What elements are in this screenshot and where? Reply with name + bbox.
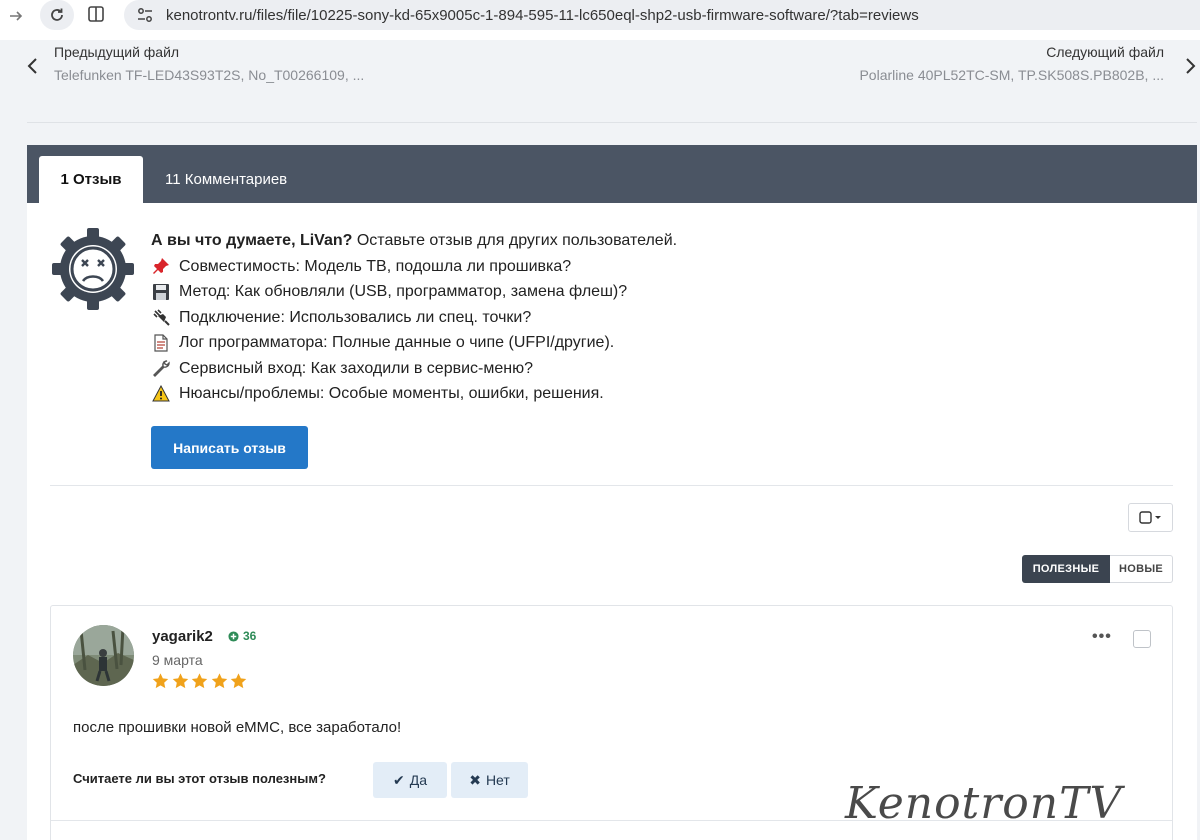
vote-no-button[interactable]: ✖ Нет (451, 762, 528, 798)
review-date: 9 марта (152, 652, 203, 668)
sort-toggle: ПОЛЕЗНЫЕ НОВЫЕ (1022, 555, 1173, 583)
prompt-intro: А вы что думаете, LiVan? Оставьте отзыв … (151, 228, 677, 254)
vote-yes-label: Да (409, 772, 427, 788)
vote-yes-button[interactable]: ✔ Да (373, 762, 447, 798)
forward-arrow-icon[interactable] (2, 2, 30, 30)
star-icon (211, 673, 227, 689)
wrench-icon (151, 358, 171, 378)
review-prompt: А вы что думаете, LiVan? Оставьте отзыв … (151, 228, 677, 407)
prompt-line-text: Совместимость: Модель ТВ, подошла ли про… (179, 257, 572, 275)
previous-file-label: Предыдущий файл (54, 44, 180, 60)
review-body: после прошивки новой eMMC, все заработал… (73, 719, 402, 736)
prompt-line-text: Лог программатора: Полные данные о чипе … (179, 334, 615, 351)
prompt-line: Сервисный вход: Как заходили в сервис-ме… (151, 356, 677, 382)
reload-icon (51, 8, 63, 21)
prompt-line: Метод: Как обновляли (USB, программатор,… (151, 279, 677, 305)
next-file-link[interactable]: Следующий файл Polarline 40PL52TC-SM, TP… (859, 44, 1164, 83)
prompt-line-text: Сервисный вход: Как заходили в сервис-ме… (179, 359, 533, 377)
more-options-icon[interactable]: ••• (1092, 628, 1112, 646)
multi-select-button[interactable] (1128, 503, 1173, 532)
star-icon (152, 673, 169, 689)
prompt-line: Совместимость: Модель ТВ, подошла ли про… (151, 254, 677, 280)
tab-reviews[interactable]: 1 Отзыв (39, 156, 143, 203)
star-rating (151, 672, 249, 690)
sort-new-button[interactable]: НОВЫЕ (1110, 555, 1173, 583)
sort-useful-button[interactable]: ПОЛЕЗНЫЕ (1022, 555, 1110, 583)
tab-comments[interactable]: 11 Комментариев (165, 156, 287, 203)
address-bar[interactable]: kenotrontv.ru/files/file/10225-sony-kd-6… (124, 0, 1200, 30)
next-file-name: Polarline 40PL52TC-SM, TP.SK508S.PB802B,… (859, 67, 1164, 83)
prompt-line: Подключение: Использовались ли спец. точ… (151, 305, 677, 331)
browser-toolbar: kenotrontv.ru/files/file/10225-sony-kd-6… (0, 0, 1200, 32)
checkbox-dropdown-icon (1138, 510, 1161, 524)
prompt-line: Лог программатора: Полные данные о чипе … (151, 330, 677, 356)
url-text[interactable]: kenotrontv.ru/files/file/10225-sony-kd-6… (166, 7, 919, 24)
prompt-line-text: Метод: Как обновляли (USB, программатор,… (179, 283, 628, 300)
cross-icon: ✖ (469, 771, 481, 788)
prompt-line: Нюансы/проблемы: Особые моменты, ошибки,… (151, 381, 677, 407)
chevron-right-icon[interactable] (1183, 57, 1197, 75)
check-icon: ✔ (392, 771, 405, 788)
reputation-badge: 36 (228, 629, 256, 643)
split-view-icon[interactable] (86, 4, 108, 26)
star-icon (230, 673, 247, 689)
sad-gear-icon (52, 228, 134, 310)
divider (27, 122, 1197, 123)
site-settings-icon[interactable] (136, 6, 154, 24)
avatar[interactable] (73, 625, 134, 686)
watermark-logo: KenotronTV (845, 778, 1123, 829)
vote-no-label: Нет (485, 772, 510, 788)
prompt-intro-bold: А вы что думаете, LiVan? (151, 232, 353, 249)
reputation-count: 36 (243, 629, 257, 643)
warning-icon (151, 384, 171, 404)
tab-bar: 1 Отзыв 11 Комментариев (27, 145, 1197, 203)
divider (50, 485, 1173, 486)
reload-button[interactable] (40, 0, 74, 30)
review-author[interactable]: yagarik2 (152, 628, 213, 645)
star-icon (172, 673, 188, 689)
next-file-label: Следующий файл (1046, 44, 1164, 60)
helpful-question: Считаете ли вы этот отзыв полезным? (73, 771, 326, 786)
review-select-checkbox[interactable] (1133, 630, 1151, 648)
write-review-button[interactable]: Написать отзыв (151, 426, 308, 469)
prompt-intro-rest: Оставьте отзыв для других пользователей. (352, 232, 678, 249)
chevron-left-icon[interactable] (26, 57, 40, 75)
plus-circle-icon (228, 630, 239, 642)
star-icon (191, 673, 208, 689)
floppy-disk-icon (151, 282, 171, 302)
previous-file-name: Telefunken TF-LED43S93T2S, No_T00266109,… (54, 67, 365, 83)
pushpin-icon (151, 256, 171, 276)
page-icon (151, 333, 171, 353)
plug-icon (151, 307, 171, 327)
previous-file-link[interactable]: Предыдущий файл Telefunken TF-LED43S93T2… (54, 44, 364, 83)
prompt-line-text: Подключение: Использовались ли спец. точ… (179, 308, 532, 326)
prompt-line-text: Нюансы/проблемы: Особые моменты, ошибки,… (179, 385, 604, 402)
